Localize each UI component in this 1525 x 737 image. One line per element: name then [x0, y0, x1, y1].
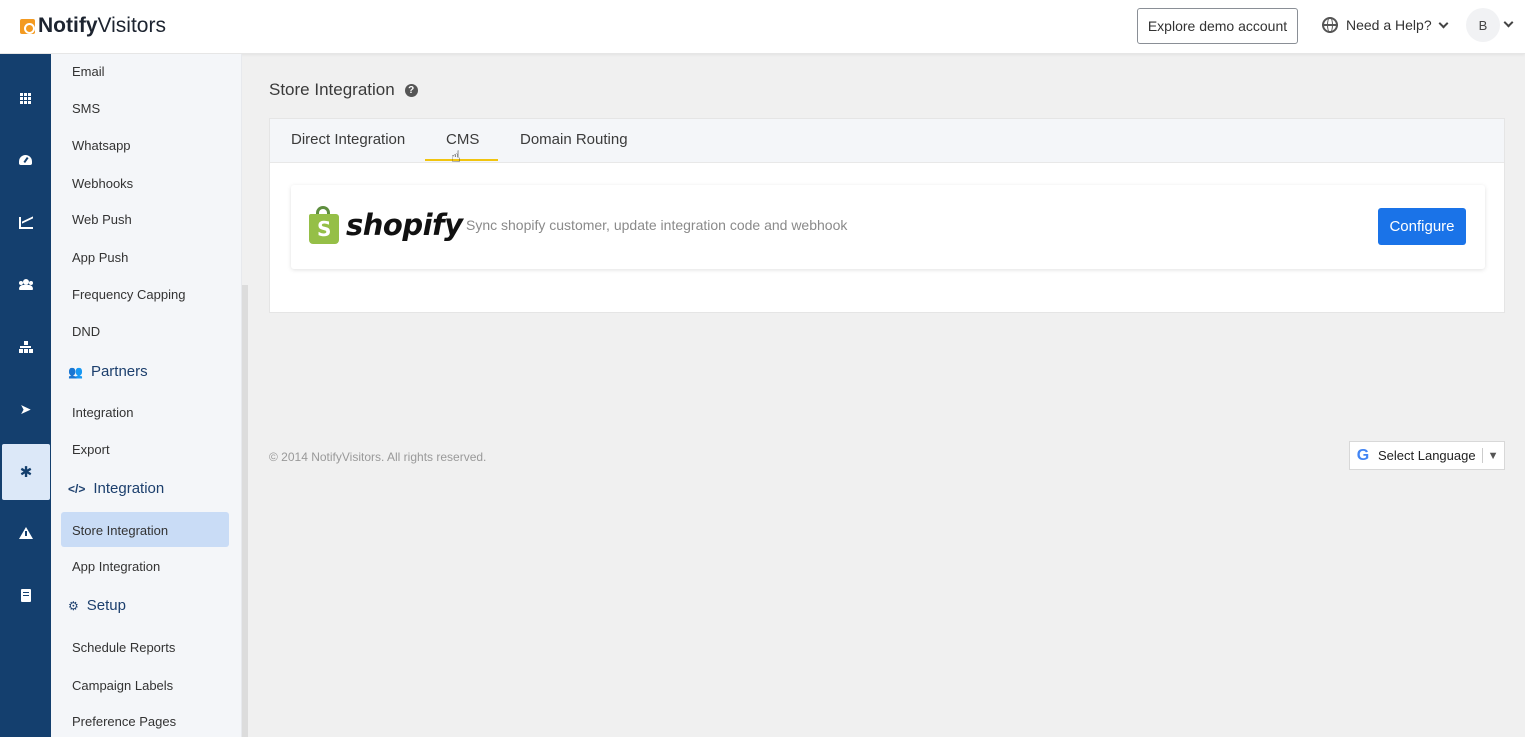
document-icon: [20, 588, 31, 602]
heading-label: Integration: [93, 480, 165, 497]
sidebar-item-export[interactable]: Export: [72, 442, 110, 457]
shopify-bag-letter: S: [317, 217, 332, 241]
users-icon: [18, 279, 33, 290]
sidebar-item-app-integration[interactable]: App Integration: [72, 559, 160, 574]
configure-button[interactable]: Configure: [1378, 208, 1466, 245]
help-label: Need a Help?: [1346, 17, 1432, 33]
rail-item-analytics[interactable]: [0, 195, 51, 251]
sidebar-item-schedule-reports[interactable]: Schedule Reports: [72, 640, 175, 655]
paper-plane-icon: ➤: [19, 400, 32, 417]
copyright-text: © 2014 NotifyVisitors. All rights reserv…: [269, 450, 487, 464]
users-icon: 👥: [68, 364, 83, 379]
rail-item-users[interactable]: [0, 256, 51, 312]
active-tab-indicator: [425, 159, 498, 161]
integration-panel: Direct Integration CMS Domain Routing ☝ …: [269, 118, 1505, 313]
sidebar-heading-partners[interactable]: 👥 Partners: [68, 363, 148, 380]
brand-mark-icon: [20, 18, 35, 34]
gear-icon: ⚙: [68, 598, 79, 613]
dashboard-gauge-icon: [19, 155, 32, 165]
sidebar-heading-integration[interactable]: </> Integration: [68, 480, 164, 497]
rail-item-reports[interactable]: [0, 567, 51, 623]
tab-direct-integration[interactable]: Direct Integration: [291, 131, 405, 148]
brand-logo[interactable]: Notify Visitors: [20, 14, 166, 38]
shopify-bag-icon: S: [309, 206, 341, 244]
icon-rail: ➤ ✱: [0, 54, 51, 737]
page-title-text: Store Integration: [269, 80, 395, 99]
sidebar-item-preference-pages[interactable]: Preference Pages: [72, 714, 176, 729]
heading-label: Partners: [90, 363, 148, 380]
language-selector[interactable]: G Select Language ▼: [1349, 441, 1505, 470]
rail-item-hierarchy[interactable]: [0, 319, 51, 375]
sidebar-scrollbar[interactable]: [242, 285, 248, 737]
code-icon: </>: [68, 481, 86, 496]
tab-domain-routing[interactable]: Domain Routing: [520, 131, 628, 148]
sidebar-item-store-integration[interactable]: Store Integration: [72, 523, 168, 538]
rail-item-settings[interactable]: ✱: [2, 444, 50, 500]
gear-icon: ✱: [19, 463, 33, 481]
analytics-chart-icon: [18, 217, 33, 229]
shopify-integration-card: S shopify Sync shopify customer, update …: [291, 185, 1485, 269]
explore-demo-button[interactable]: Explore demo account: [1137, 8, 1298, 44]
hierarchy-icon: [19, 341, 32, 353]
shopify-wordmark: shopify: [346, 207, 463, 242]
sidebar-item-web-push[interactable]: Web Push: [72, 212, 132, 227]
google-icon: G: [1356, 446, 1370, 464]
settings-sidebar: Email SMS Whatsapp Webhooks Web Push App…: [51, 54, 242, 737]
avatar-chevron-down-icon[interactable]: [1503, 17, 1514, 28]
sidebar-item-app-push[interactable]: App Push: [72, 250, 128, 265]
tab-cms[interactable]: CMS: [446, 131, 479, 148]
brand-name-light: Visitors: [97, 14, 166, 37]
sidebar-item-frequency-capping[interactable]: Frequency Capping: [72, 287, 185, 302]
rail-item-campaigns[interactable]: ➤: [0, 381, 51, 437]
help-menu[interactable]: Need a Help?: [1322, 17, 1449, 33]
brand-name-bold: Notify: [38, 14, 98, 37]
tab-bar: Direct Integration CMS Domain Routing ☝: [270, 119, 1504, 166]
sidebar-item-partners-integration[interactable]: Integration: [72, 405, 133, 420]
language-label: Select Language: [1378, 448, 1476, 463]
rail-item-overview[interactable]: [0, 132, 51, 188]
top-header: Notify Visitors Explore demo account Need…: [0, 0, 1525, 54]
sidebar-item-email[interactable]: Email: [72, 64, 105, 79]
sidebar-item-campaign-labels[interactable]: Campaign Labels: [72, 678, 173, 693]
help-circle-icon[interactable]: ?: [404, 83, 418, 97]
shopify-description: Sync shopify customer, update integratio…: [466, 217, 848, 233]
heading-label: Setup: [86, 597, 126, 614]
grid-icon: [19, 92, 32, 104]
divider: [1481, 448, 1483, 463]
rail-item-dashboard[interactable]: [0, 70, 51, 126]
hand-cursor-icon: ☝: [451, 149, 461, 166]
sidebar-item-dnd[interactable]: DND: [72, 324, 100, 339]
sidebar-item-whatsapp[interactable]: Whatsapp: [72, 138, 131, 153]
chevron-down-icon: [1438, 18, 1449, 29]
sidebar-heading-setup[interactable]: ⚙ Setup: [68, 597, 126, 614]
rail-item-alerts[interactable]: [0, 505, 51, 561]
lifebuoy-icon: [1322, 17, 1338, 33]
sidebar-item-webhooks[interactable]: Webhooks: [72, 176, 133, 191]
shopify-logo: S shopify: [309, 206, 463, 244]
sidebar-item-sms[interactable]: SMS: [72, 101, 100, 116]
caret-down-icon: ▼: [1487, 449, 1499, 462]
page-title: Store Integration ?: [269, 80, 418, 100]
warning-icon: [18, 527, 33, 539]
user-avatar[interactable]: B: [1466, 8, 1500, 42]
